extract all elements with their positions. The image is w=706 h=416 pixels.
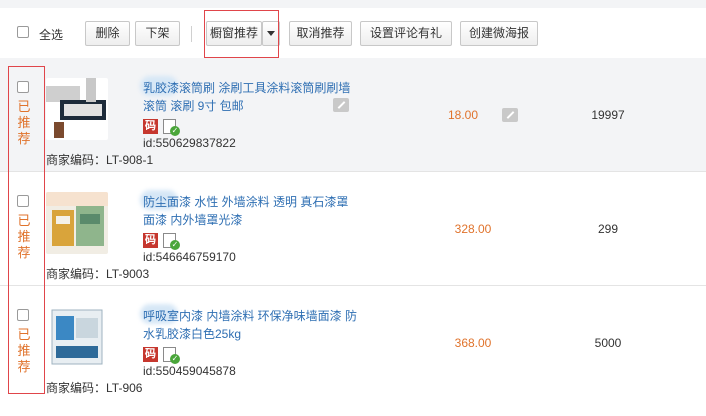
product-id: id:550459045878	[143, 364, 236, 378]
top-strip	[0, 0, 706, 8]
merchant-code: 商家编码：LT-906	[46, 381, 143, 395]
product-title-link[interactable]: 防尘面漆 水性 外墙涂料 透明 真石漆罩面漆 内外墙罩光漆	[143, 193, 358, 229]
product-thumbnail[interactable]	[46, 306, 108, 368]
product-price: 368.00	[454, 336, 492, 350]
code-badge-icon: 码	[143, 233, 158, 248]
highlight-box-toolbar	[204, 10, 279, 58]
product-price: 328.00	[454, 222, 492, 236]
code-badge-icon: 码	[143, 347, 158, 362]
cancel-recommend-button[interactable]: 取消推荐	[289, 21, 352, 46]
toolbar: 全选 删除 下架 橱窗推荐 取消推荐 设置评论有礼 创建微海报	[0, 8, 706, 58]
product-price: 18.00	[447, 108, 479, 122]
document-verified-icon: ✓	[163, 347, 180, 364]
product-row: 已推荐 乳胶漆滚筒刷 涂刷工具涂料滚筒刷刷墙滚筒 滚刷 9寸 包邮 码 ✓ id:…	[0, 58, 706, 172]
code-badge-icon: 码	[143, 119, 158, 134]
product-id: id:546646759170	[143, 250, 236, 264]
product-stock: 19997	[591, 108, 625, 122]
edit-title-icon[interactable]	[333, 98, 349, 112]
product-row: 已推荐 防尘面漆 水性 外墙涂料 透明 真石漆罩面漆 内外墙罩光漆 码 ✓ id:…	[0, 172, 706, 286]
product-row: 已推荐 呼吸室内漆 内墙涂料 环保净味墙面漆 防水乳胶漆白色25kg 码 ✓ id…	[0, 286, 706, 400]
product-badges: 码 ✓	[143, 119, 180, 136]
edit-price-icon[interactable]	[502, 108, 518, 122]
product-badges: 码 ✓	[143, 347, 180, 364]
product-stock: 299	[597, 222, 619, 236]
product-thumbnail[interactable]	[46, 78, 108, 140]
merchant-code: 商家编码：LT-908-1	[46, 153, 154, 167]
select-all-label[interactable]: 全选	[39, 26, 63, 43]
product-id: id:550629837822	[143, 136, 236, 150]
take-down-button[interactable]: 下架	[135, 21, 180, 46]
delete-button[interactable]: 删除	[85, 21, 130, 46]
document-verified-icon: ✓	[163, 119, 180, 136]
review-gift-button[interactable]: 设置评论有礼	[360, 21, 452, 46]
select-all-checkbox[interactable]	[17, 26, 29, 38]
highlight-box-status	[8, 66, 45, 394]
toolbar-divider	[191, 26, 192, 42]
create-poster-button[interactable]: 创建微海报	[460, 21, 538, 46]
product-title-link[interactable]: 乳胶漆滚筒刷 涂刷工具涂料滚筒刷刷墙滚筒 滚刷 9寸 包邮	[143, 79, 358, 115]
product-thumbnail[interactable]	[46, 192, 108, 254]
merchant-code: 商家编码：LT-9003	[46, 267, 150, 281]
product-badges: 码 ✓	[143, 233, 180, 250]
product-title-link[interactable]: 呼吸室内漆 内墙涂料 环保净味墙面漆 防水乳胶漆白色25kg	[143, 307, 358, 343]
product-stock: 5000	[594, 336, 622, 350]
document-verified-icon: ✓	[163, 233, 180, 250]
